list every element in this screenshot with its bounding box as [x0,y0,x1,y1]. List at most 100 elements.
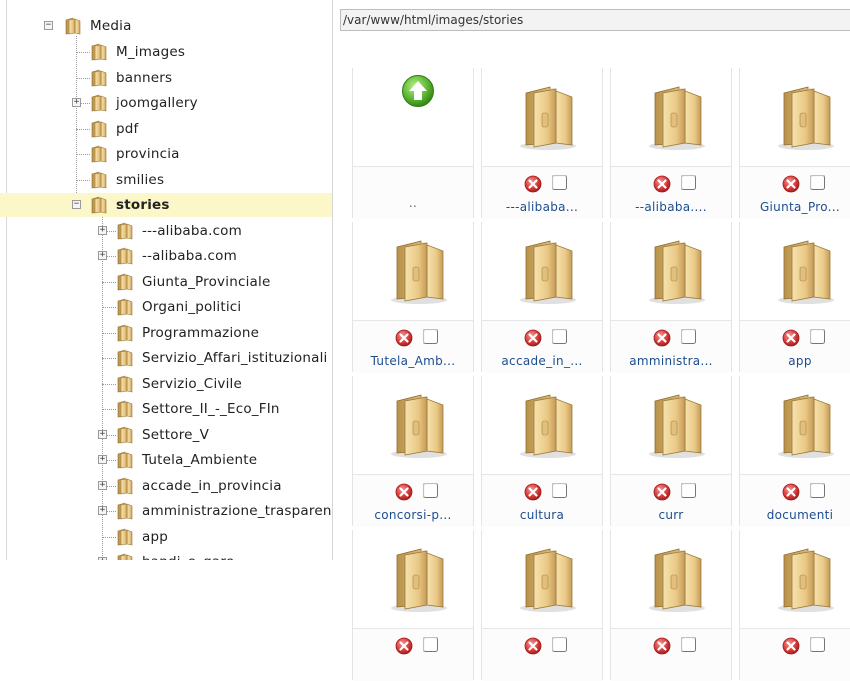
folder-icon[interactable] [387,545,449,613]
folder-icon[interactable] [387,391,449,459]
delete-icon[interactable] [395,637,413,655]
select-checkbox[interactable] [810,483,825,498]
folder-name-link[interactable]: curr [611,508,731,522]
folder-icon[interactable] [516,545,578,613]
folder-name-link[interactable]: Giunta_Pro... [740,200,850,214]
select-checkbox[interactable] [810,637,825,652]
select-checkbox[interactable] [423,329,438,344]
delete-icon[interactable] [653,175,671,193]
select-checkbox[interactable] [423,483,438,498]
folder-thumb[interactable] [353,222,473,320]
folder-thumb[interactable] [611,376,731,474]
path-field[interactable]: /var/www/html/images/stories [340,9,850,31]
select-checkbox[interactable] [810,175,825,190]
delete-icon[interactable] [653,483,671,501]
delete-icon[interactable] [782,483,800,501]
select-checkbox[interactable] [681,637,696,652]
delete-icon[interactable] [782,329,800,347]
parent-folder-cell[interactable]: .. [352,68,474,219]
folder-thumb[interactable] [353,376,473,474]
folder-cell[interactable]: Giunta_Pro... [739,68,850,219]
select-checkbox[interactable] [681,175,696,190]
folder-icon[interactable] [774,545,836,613]
folder-name-link[interactable]: ---alibaba... [482,200,602,214]
select-checkbox[interactable] [552,175,567,190]
tree-item-joomgallery[interactable]: + joomgallery [0,91,332,115]
delete-icon[interactable] [395,329,413,347]
tree-item-accade-in-provincia[interactable]: + accade_in_provincia [0,474,332,498]
delete-icon[interactable] [524,483,542,501]
select-checkbox[interactable] [681,483,696,498]
folder-thumb[interactable] [482,222,602,320]
select-checkbox[interactable] [552,329,567,344]
expand-icon[interactable]: + [98,251,107,260]
tree-item-alibaba-com[interactable]: + ---alibaba.com [0,219,332,243]
select-checkbox[interactable] [552,637,567,652]
folder-thumb[interactable] [482,530,602,628]
tree-item-alibaba-com[interactable]: + --alibaba.com [0,244,332,268]
folder-icon[interactable] [516,391,578,459]
folder-name-link[interactable]: --alibaba.... [611,200,731,214]
tree-item-stories[interactable]: − stories [0,193,332,217]
folder-name-link[interactable]: app [740,354,850,368]
expand-icon[interactable]: + [98,480,107,490]
folder-name-link[interactable]: cultura [482,508,602,522]
expand-icon[interactable]: + [98,506,107,515]
folder-cell[interactable]: Tutela_Amb... [352,222,474,373]
folder-cell[interactable]: curr [610,376,732,527]
delete-icon[interactable] [395,483,413,501]
folder-thumb[interactable] [611,68,731,166]
tree-item-pdf[interactable]: pdf [0,117,332,141]
tree-item-tutela-ambiente[interactable]: + Tutela_Ambiente [0,448,332,472]
folder-cell[interactable]: ---alibaba... [481,68,603,219]
folder-icon[interactable] [645,391,707,459]
folder-icon[interactable] [516,83,578,151]
folder-thumb[interactable] [740,530,850,628]
delete-icon[interactable] [524,175,542,193]
tree-item-organi-politici[interactable]: Organi_politici [0,295,332,319]
expand-icon[interactable]: + [98,455,107,464]
tree-item-provincia[interactable]: provincia [0,142,332,166]
tree-item-programmazione[interactable]: Programmazione [0,321,332,345]
delete-icon[interactable] [524,637,542,655]
folder-icon[interactable] [516,237,578,305]
up-arrow-icon[interactable] [401,74,435,108]
delete-icon[interactable] [782,175,800,193]
tree-item-m-images[interactable]: M_images [0,40,332,64]
folder-thumb[interactable] [740,376,850,474]
folder-thumb[interactable] [740,222,850,320]
folder-cell[interactable]: cultura [481,376,603,527]
collapse-icon[interactable]: − [44,21,53,30]
select-checkbox[interactable] [810,329,825,344]
folder-icon[interactable] [645,545,707,613]
tree-item-app[interactable]: app [0,525,332,549]
tree-item-giunta-provinciale[interactable]: Giunta_Provinciale [0,270,332,294]
folder-cell[interactable] [481,530,603,681]
tree-item-banners[interactable]: banners [0,66,332,90]
folder-cell[interactable]: --alibaba.... [610,68,732,219]
folder-name-link[interactable]: documenti [740,508,850,522]
folder-icon[interactable] [774,391,836,459]
select-checkbox[interactable] [552,483,567,498]
folder-cell[interactable]: concorsi-p... [352,376,474,527]
folder-cell[interactable]: accade_in_... [481,222,603,373]
folder-thumb[interactable] [611,530,731,628]
folder-name-link[interactable]: Tutela_Amb... [353,354,473,368]
folder-cell[interactable] [610,530,732,681]
folder-icon[interactable] [645,237,707,305]
folder-name-link[interactable]: amministra... [611,354,731,368]
expand-icon[interactable]: + [98,225,107,235]
collapse-icon[interactable]: − [72,200,81,209]
folder-thumb[interactable] [611,222,731,320]
delete-icon[interactable] [524,329,542,347]
folder-thumb[interactable] [482,68,602,166]
parent-folder-thumb[interactable] [353,68,473,166]
tree-item-settore-v[interactable]: + Settore_V [0,423,332,447]
tree-item-amministrazione-trasparente[interactable]: + amministrazione_trasparente [0,499,332,523]
folder-icon[interactable] [774,83,836,151]
folder-thumb[interactable] [482,376,602,474]
folder-cell[interactable] [352,530,474,681]
expand-icon[interactable]: + [72,98,81,107]
folder-cell[interactable]: documenti [739,376,850,527]
tree-root-media[interactable]: − Media [0,14,332,38]
